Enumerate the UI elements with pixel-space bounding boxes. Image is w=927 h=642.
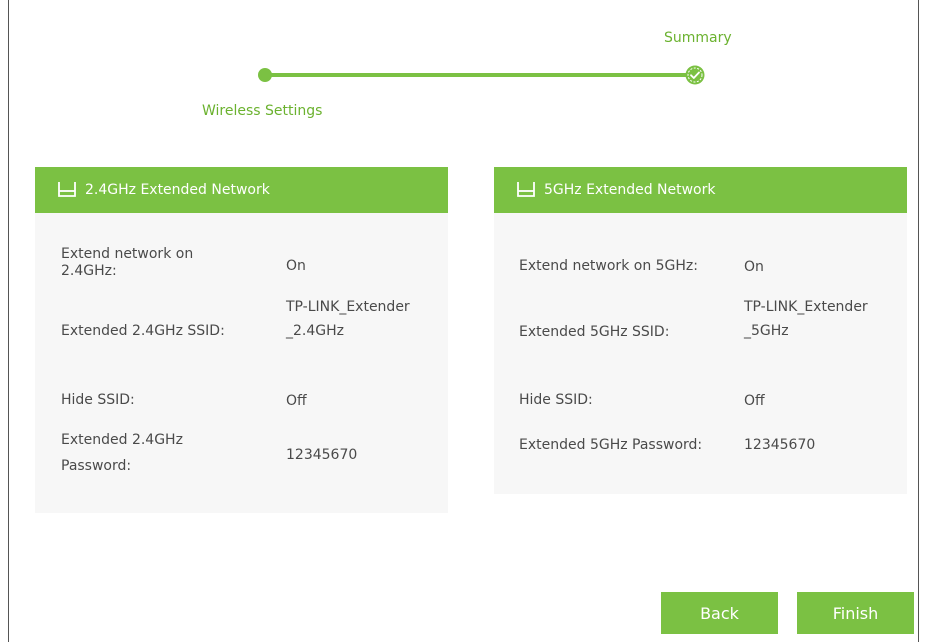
panel-5ghz-header: 5GHz Extended Network: [494, 167, 907, 213]
panel-24ghz-header: 2.4GHz Extended Network: [35, 167, 448, 213]
extend-24-value: On: [286, 258, 306, 274]
hide-ssid-24-value: Off: [286, 393, 307, 409]
ssid-24-value: TP-LINK_Extender_2.4GHz: [286, 299, 410, 339]
extend-5-label: Extend network on 5GHz:: [519, 258, 698, 274]
password-24-value: 12345670: [286, 447, 358, 463]
hide-ssid-24-label: Hide SSID:: [61, 392, 135, 408]
window-border-right: [918, 0, 919, 642]
window-border-left: [8, 0, 9, 642]
password-5-value: 12345670: [744, 437, 816, 453]
finish-button[interactable]: Finish: [797, 592, 914, 634]
panel-5ghz-network: 5GHz Extended Network Extend network on …: [494, 167, 907, 494]
hide-ssid-5-value: Off: [744, 393, 765, 409]
panel-5ghz-title: 5GHz Extended Network: [544, 182, 716, 198]
step-wireless-dot: [258, 68, 272, 82]
back-button[interactable]: Back: [661, 592, 778, 634]
panel-24ghz-title: 2.4GHz Extended Network: [85, 182, 270, 198]
panel-24ghz-network: 2.4GHz Extended Network Extend network o…: [35, 167, 448, 513]
step-progress-line: [265, 73, 697, 77]
step-summary-label: Summary: [664, 30, 732, 46]
ssid-5-label: Extended 5GHz SSID:: [519, 324, 670, 340]
extend-24-label: Extend network on 2.4GHz:: [61, 246, 194, 279]
password-24-label: Extended 2.4GHz Password:: [61, 432, 183, 474]
password-5-label: Extended 5GHz Password:: [519, 437, 703, 453]
hide-ssid-5-label: Hide SSID:: [519, 392, 593, 408]
check-circle-icon: [685, 65, 705, 85]
router-icon: [57, 181, 77, 199]
ssid-24-label: Extended 2.4GHz SSID:: [61, 323, 225, 339]
extend-5-value: On: [744, 259, 764, 275]
step-wireless-label: Wireless Settings: [202, 103, 323, 119]
router-icon: [516, 181, 536, 199]
ssid-5-value: TP-LINK_Extender_5GHz: [744, 299, 868, 339]
